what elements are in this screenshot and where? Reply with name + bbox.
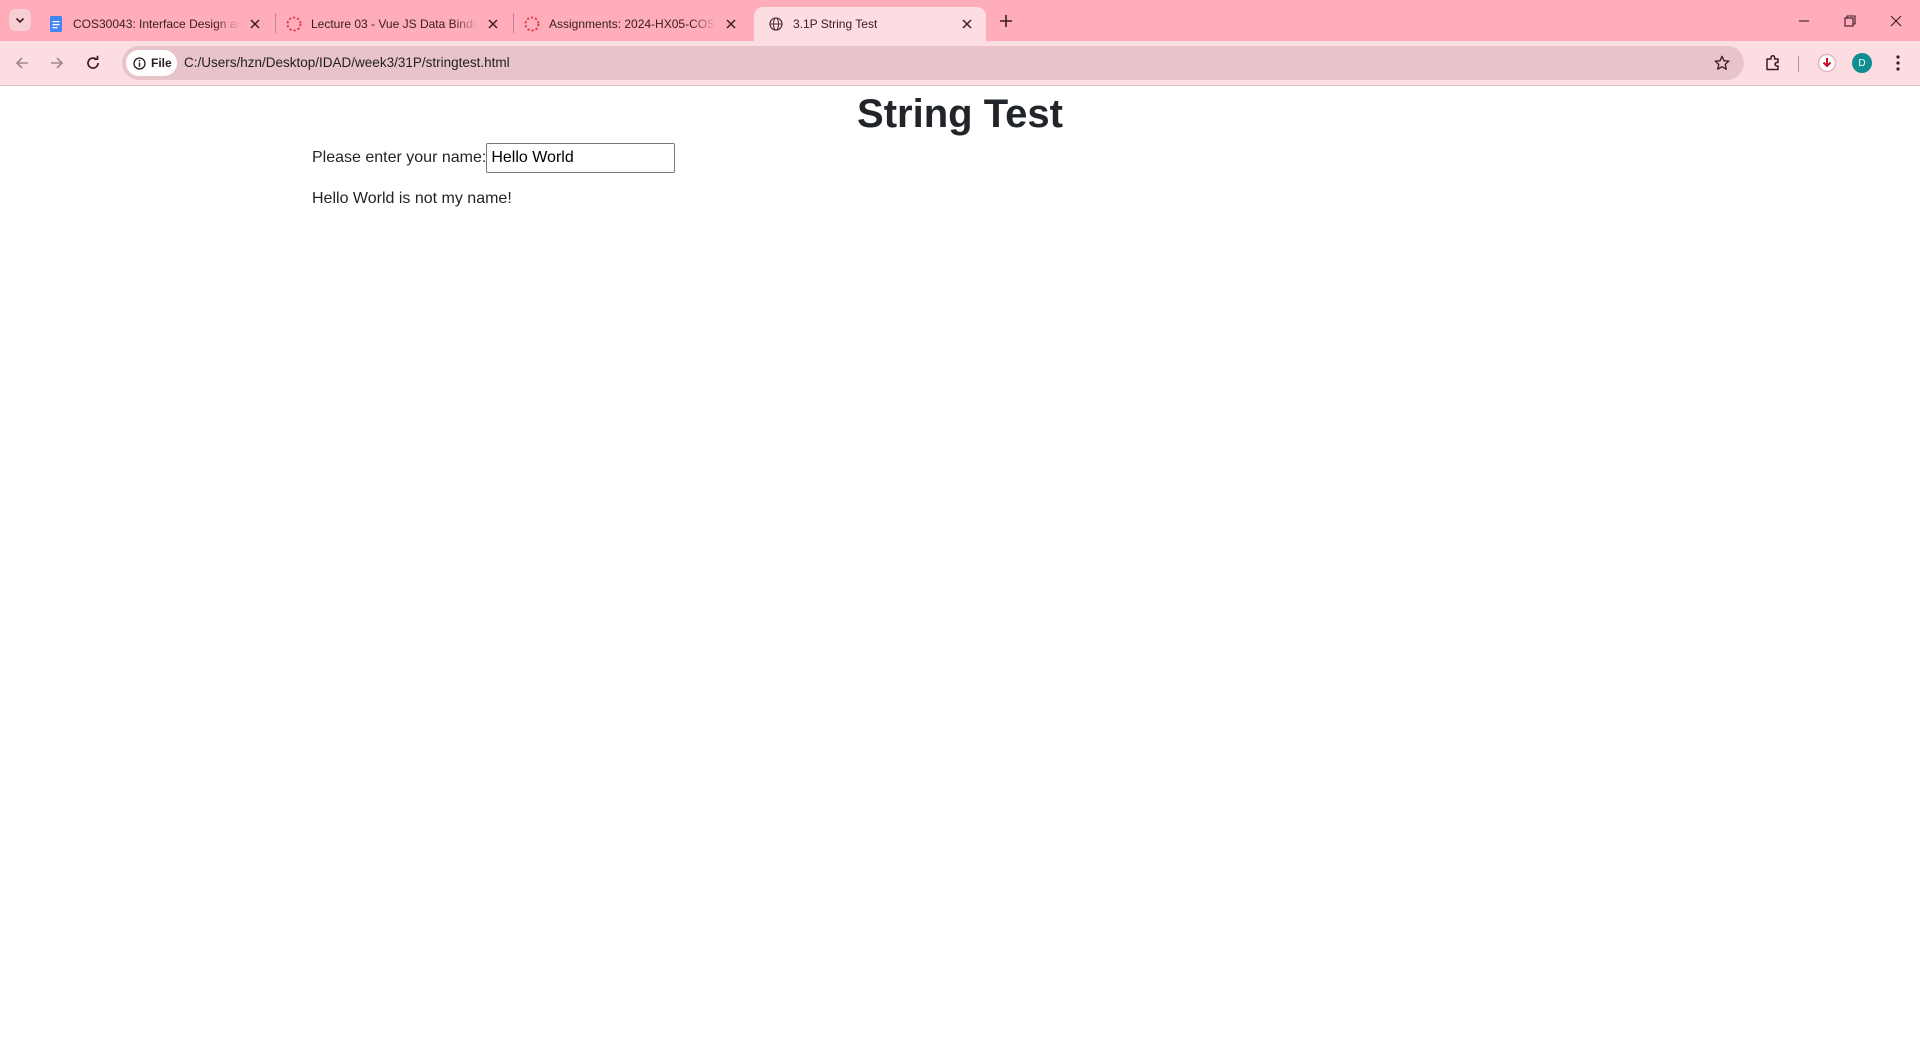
menu-button[interactable] [1884,49,1912,77]
close-icon[interactable] [246,15,264,33]
close-window-button[interactable] [1873,0,1919,41]
back-button[interactable] [8,49,36,77]
bookmark-button[interactable] [1712,53,1732,73]
page-title-text: String Test [857,92,1063,136]
loading-spinner-icon [524,16,540,32]
toolbar-divider [1798,56,1799,72]
close-icon[interactable] [958,15,976,33]
chevron-down-icon [15,17,25,24]
restore-button[interactable] [1827,0,1873,41]
page-title: String Test [0,87,1920,140]
result-message: Hello World is not my name! [312,190,512,207]
page-viewport: String Test Please enter your name: Hell… [0,87,1920,1040]
info-icon [133,56,146,70]
close-icon[interactable] [722,15,740,33]
reload-button[interactable] [79,49,107,77]
arrow-left-icon [15,57,28,69]
download-icon [1817,53,1837,73]
tab-title: 3.1P String Test [793,17,878,31]
restore-icon [1844,14,1856,27]
new-tab-button[interactable] [994,9,1018,33]
download-button[interactable] [1813,49,1841,77]
google-docs-icon [48,16,64,32]
tab-lecture-03[interactable]: Lecture 03 - Vue JS Data Bindin [272,7,512,41]
tab-title: Lecture 03 - Vue JS Data Bindin [311,17,478,31]
tab-string-test[interactable]: 3.1P String Test [754,7,986,41]
profile-button[interactable]: D [1848,49,1876,77]
name-form-row: Please enter your name: [312,143,676,173]
minimize-icon [1799,19,1809,22]
close-icon [1890,15,1902,26]
close-icon[interactable] [484,15,502,33]
kebab-menu-icon [1896,55,1900,71]
address-bar[interactable]: File C:/Users/hzn/Desktop/IDAD/week3/31P… [122,46,1744,80]
tab-cos30043[interactable]: COS30043: Interface Design and [34,7,274,41]
minimize-button[interactable] [1781,0,1827,41]
tab-assignments[interactable]: Assignments: 2024-HX05-COS3 [510,7,750,41]
avatar: D [1852,53,1872,73]
name-label: Please enter your name: [312,149,487,166]
tab-title: COS30043: Interface Design and [73,17,240,31]
reload-icon [87,55,99,69]
loading-spinner-icon [286,16,302,32]
url-text[interactable]: C:/Users/hzn/Desktop/IDAD/week3/31P/stri… [184,55,510,70]
arrow-right-icon [51,57,64,69]
tab-search-button[interactable] [9,9,31,31]
plus-icon [1000,15,1012,27]
name-input[interactable] [486,143,676,173]
extensions-button[interactable] [1759,49,1787,77]
tab-title: Assignments: 2024-HX05-COS3 [549,17,716,31]
puzzle-icon [1766,54,1779,71]
site-info-chip[interactable]: File [126,50,177,76]
browser-toolbar: File C:/Users/hzn/Desktop/IDAD/week3/31P… [0,41,1920,86]
forward-button[interactable] [43,49,71,77]
globe-icon [768,16,784,32]
star-icon [1714,55,1730,70]
tab-strip: COS30043: Interface Design and Lecture 0… [0,0,1920,41]
site-chip-label: File [151,56,172,70]
